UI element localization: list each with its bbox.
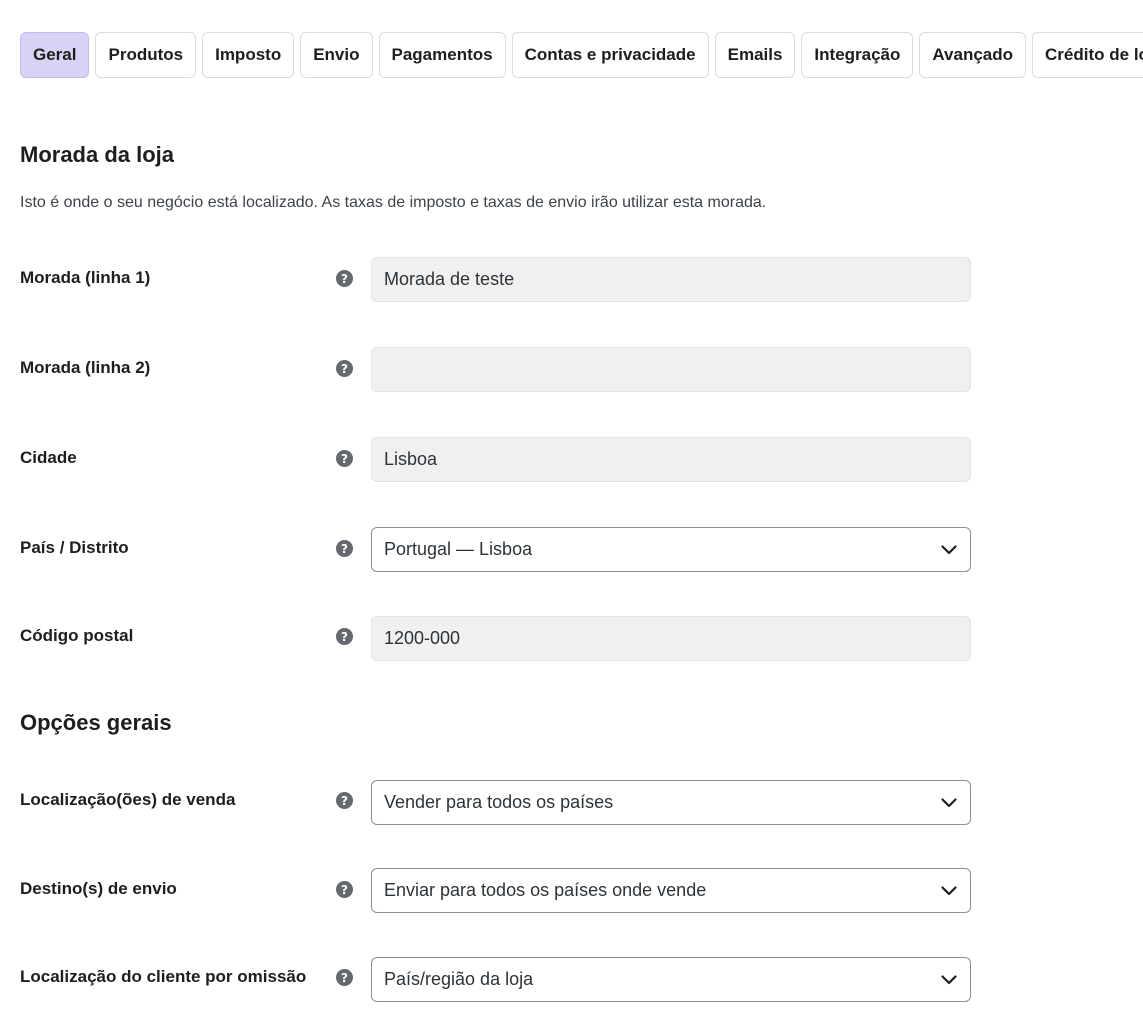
address-2-field[interactable] bbox=[371, 347, 971, 392]
question-circle-icon[interactable]: ? bbox=[336, 792, 353, 809]
shipping-locations-label: Destino(s) de envio bbox=[20, 879, 177, 898]
chevron-down-icon[interactable] bbox=[940, 541, 958, 559]
tab-credito-loja[interactable]: Crédito de loja bbox=[1032, 32, 1143, 78]
city-label: Cidade bbox=[20, 448, 77, 467]
city-input[interactable] bbox=[384, 449, 958, 470]
chevron-down-icon[interactable] bbox=[940, 882, 958, 900]
question-circle-icon[interactable]: ? bbox=[336, 360, 353, 377]
chevron-down-icon[interactable] bbox=[940, 971, 958, 989]
country-select-value: Portugal — Lisboa bbox=[384, 539, 533, 559]
question-circle-icon[interactable]: ? bbox=[336, 270, 353, 287]
tab-contas-privacidade[interactable]: Contas e privacidade bbox=[511, 32, 709, 78]
tab-pagamentos[interactable]: Pagamentos bbox=[378, 32, 506, 78]
tab-emails[interactable]: Emails bbox=[714, 32, 796, 78]
address-1-field[interactable] bbox=[371, 257, 971, 302]
default-customer-location-label: Localização do cliente por omissão bbox=[20, 967, 307, 986]
question-circle-icon[interactable]: ? bbox=[336, 450, 353, 467]
default-customer-location-select[interactable]: País/região da loja bbox=[371, 957, 971, 1002]
address-2-input[interactable] bbox=[384, 359, 958, 380]
tab-avancado[interactable]: Avançado bbox=[919, 32, 1027, 78]
tab-produtos[interactable]: Produtos bbox=[95, 32, 197, 78]
tab-geral[interactable]: Geral bbox=[20, 32, 90, 78]
postcode-input[interactable] bbox=[384, 628, 958, 649]
selling-locations-select[interactable]: Vender para todos os países bbox=[371, 780, 971, 825]
default-customer-location-value: País/região da loja bbox=[384, 969, 534, 989]
settings-tabs: Geral Produtos Imposto Envio Pagamentos … bbox=[20, 32, 1143, 78]
country-select[interactable]: Portugal — Lisboa bbox=[371, 527, 971, 572]
chevron-down-icon[interactable] bbox=[940, 794, 958, 812]
address-1-input[interactable] bbox=[384, 269, 958, 290]
general-options-title: Opções gerais bbox=[20, 710, 172, 735]
shipping-locations-select[interactable]: Enviar para todos os países onde vende bbox=[371, 868, 971, 913]
selling-locations-value: Vender para todos os países bbox=[384, 792, 614, 812]
tab-envio[interactable]: Envio bbox=[300, 32, 373, 78]
address-1-label: Morada (linha 1) bbox=[20, 268, 151, 287]
postcode-label: Código postal bbox=[20, 626, 134, 645]
store-address-title: Morada da loja bbox=[20, 142, 175, 167]
address-2-label: Morada (linha 2) bbox=[20, 358, 151, 377]
tab-integracao[interactable]: Integração bbox=[801, 32, 914, 78]
question-circle-icon[interactable]: ? bbox=[336, 969, 353, 986]
country-label: País / Distrito bbox=[20, 538, 129, 557]
question-circle-icon[interactable]: ? bbox=[336, 540, 353, 557]
city-field[interactable] bbox=[371, 437, 971, 482]
question-circle-icon[interactable]: ? bbox=[336, 628, 353, 645]
postcode-field[interactable] bbox=[371, 616, 971, 661]
shipping-locations-value: Enviar para todos os países onde vende bbox=[384, 880, 707, 900]
store-address-description: Isto é onde o seu negócio está localizad… bbox=[20, 194, 767, 211]
selling-locations-label: Localização(ões) de venda bbox=[20, 790, 236, 809]
tab-imposto[interactable]: Imposto bbox=[202, 32, 295, 78]
question-circle-icon[interactable]: ? bbox=[336, 881, 353, 898]
